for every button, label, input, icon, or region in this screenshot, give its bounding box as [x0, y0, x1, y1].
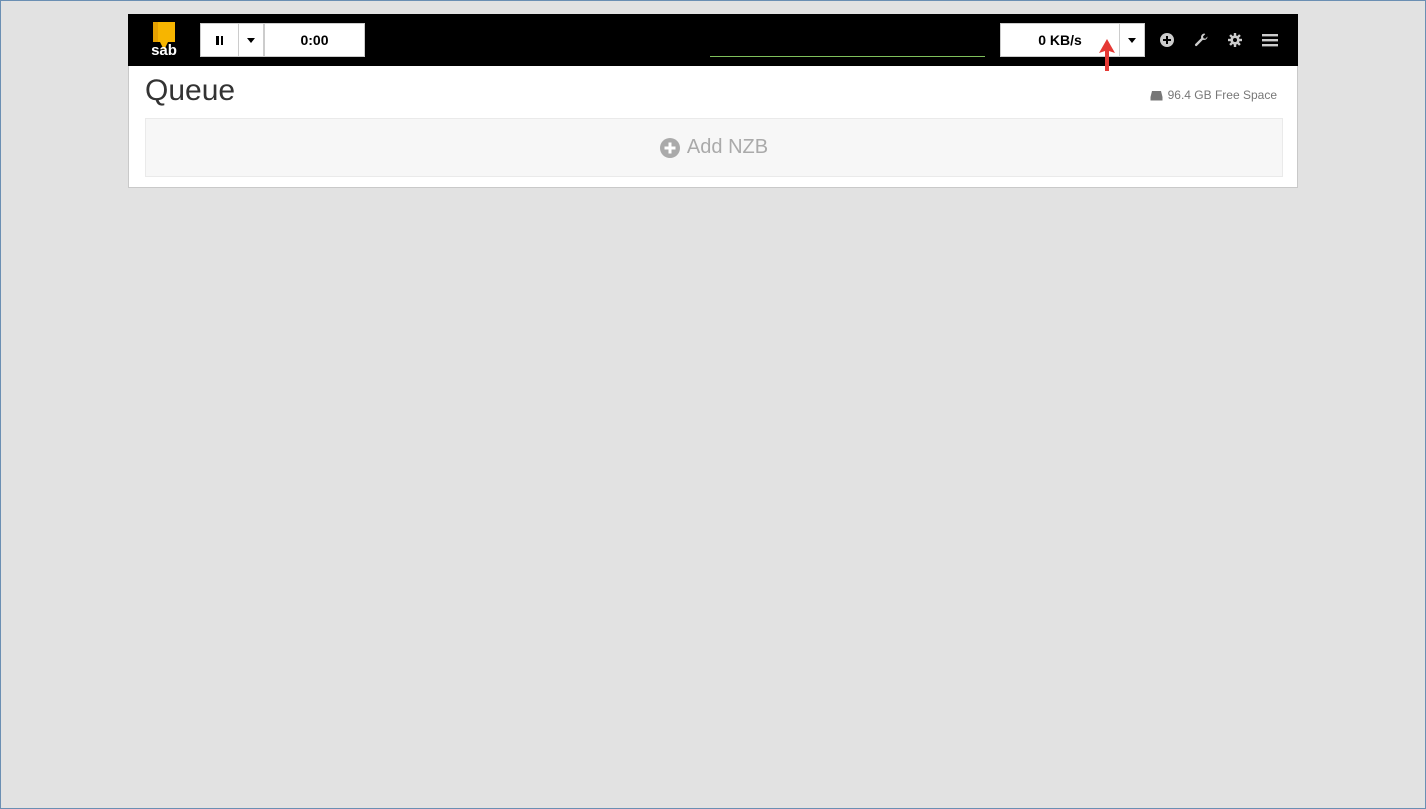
sabnzbd-app: sab 0:00 0 KB/s Queue 96.4 GB Free Space…	[128, 14, 1298, 188]
wrench-icon	[1194, 33, 1208, 47]
status-wrench-button[interactable]	[1190, 29, 1212, 51]
add-nzb-button[interactable]: Add NZB	[145, 118, 1283, 177]
free-space-indicator: 96.4 GB Free Space	[1150, 88, 1277, 102]
page-title: Queue	[145, 74, 236, 107]
progress-line	[710, 56, 985, 57]
gear-icon	[1228, 33, 1242, 47]
pause-options-dropdown[interactable]	[238, 23, 264, 57]
add-nzb-label: Add NZB	[686, 136, 769, 158]
plus-circle-icon	[1160, 33, 1174, 47]
queue-panel: Queue 96.4 GB Free Space Add NZB	[128, 66, 1298, 188]
hard-drive-icon	[1150, 90, 1163, 100]
main-menu-button[interactable]	[1259, 29, 1281, 51]
pause-button[interactable]	[200, 23, 239, 57]
sab-logo[interactable]: sab	[144, 20, 184, 60]
caret-down-icon	[1128, 37, 1136, 43]
caret-down-icon	[247, 37, 255, 43]
pause-icon	[216, 35, 223, 45]
config-gear-button[interactable]	[1224, 29, 1246, 51]
plus-circle-icon	[659, 137, 680, 158]
navbar: sab 0:00 0 KB/s	[128, 14, 1298, 66]
logo-text: sab	[151, 42, 177, 59]
speed-limit-dropdown[interactable]	[1119, 23, 1145, 57]
hamburger-menu-icon	[1262, 34, 1278, 47]
annotation-arrow-icon	[1099, 39, 1115, 71]
add-nzb-icon-button[interactable]	[1156, 29, 1178, 51]
time-remaining: 0:00	[264, 23, 365, 57]
free-space-text: 96.4 GB Free Space	[1167, 88, 1277, 102]
